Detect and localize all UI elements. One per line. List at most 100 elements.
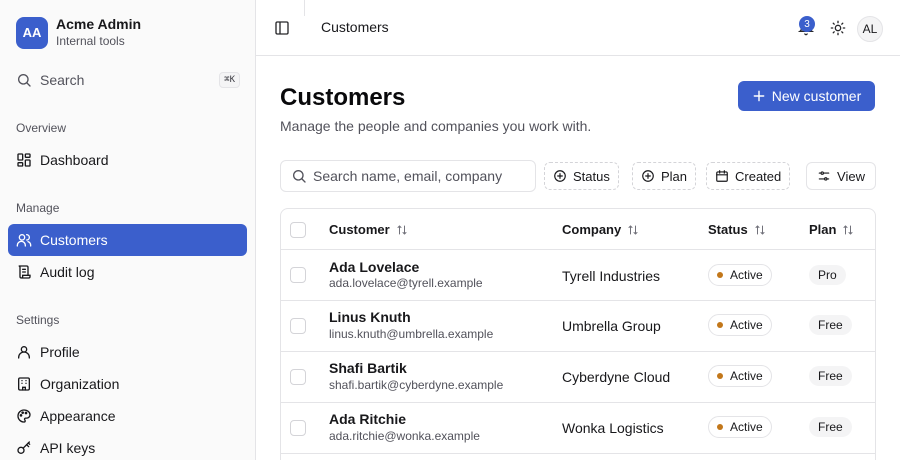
status-label: Active [730,318,763,332]
plus-circle-icon [642,170,654,182]
customer-name: Linus Knuth [329,309,411,325]
new-customer-button[interactable]: New customer [738,81,875,111]
section-manage: Manage [16,201,60,215]
status-badge: Active [708,314,772,336]
palette-icon [17,409,31,423]
sidebar-item-dashboard[interactable]: Dashboard [8,144,247,176]
table-row[interactable]: Ada Ritchie ada.ritchie@wonka.example Wo… [281,403,875,454]
status-badge: Active [708,264,772,286]
customers-table: Customer Company Status Plan Ada Lovelac… [280,208,876,460]
plan-badge: Free [809,315,852,335]
sidebar-search[interactable]: Search ⌘K [8,66,248,94]
brand[interactable]: AA Acme Admin Internal tools [16,16,141,49]
created-filter-button[interactable]: Created [706,162,791,190]
building-icon [18,377,30,391]
status-label: Active [730,420,763,434]
view-label: View [837,168,865,184]
plan-badge: Free [809,417,852,437]
sidebar-item-audit-log[interactable]: Audit log [8,256,247,288]
dashboard-icon [17,153,31,167]
notification-badge: 3 [799,16,815,32]
page-title: Customers [280,84,406,111]
search-shortcut: ⌘K [219,72,240,88]
sidebar-item-label: Audit log [40,264,95,280]
user-avatar[interactable]: AL [857,16,883,42]
toggle-sidebar-button[interactable] [268,14,296,42]
sliders-icon [818,171,830,181]
plus-icon [753,90,765,102]
status-filter-button[interactable]: Status [544,162,619,190]
column-label: Customer [329,222,390,237]
plan-badge: Pro [809,265,846,285]
customer-search-box[interactable] [280,160,536,192]
topbar: Customers 3 AL [256,0,900,56]
company-name: Wonka Logistics [562,420,664,436]
sort-icon [397,224,407,235]
row-checkbox[interactable] [290,369,306,385]
sort-icon [755,224,765,235]
customer-search-input[interactable] [313,168,513,184]
customer-name: Ada Ritchie [329,411,407,427]
search-icon [18,74,31,87]
sidebar-item-profile[interactable]: Profile [8,336,247,368]
row-checkbox[interactable] [290,318,306,334]
row-checkbox[interactable] [290,267,306,283]
customer-email: ada.ritchie@wonka.example [329,429,480,443]
select-all-checkbox[interactable] [290,222,306,238]
table-header: Customer Company Status Plan [281,209,875,250]
status-dot [717,322,723,328]
filter-label: Created [735,168,782,184]
sidebar-item-organization[interactable]: Organization [8,368,247,400]
column-header-plan[interactable]: Plan [809,222,854,237]
plan-filter-button[interactable]: Plan [632,162,697,190]
sidebar-toggle-icon [275,21,289,35]
column-header-status[interactable]: Status [708,222,766,237]
customer-email: linus.knuth@umbrella.example [329,327,494,341]
table-row[interactable]: Ada Lovelace ada.lovelace@tyrell.example… [281,250,875,301]
column-label: Status [708,222,748,237]
sidebar-search-label: Search [40,72,85,88]
row-checkbox[interactable] [290,420,306,436]
status-label: Active [730,268,763,282]
customer-name: Ada Lovelace [329,259,420,275]
table-row[interactable]: Shafi Bartik shafi.bartik@cyberdyne.exam… [281,352,875,403]
users-icon [16,234,32,247]
status-badge: Active [708,416,772,438]
customer-name: Shafi Bartik [329,360,407,376]
sort-icon [628,224,638,235]
company-name: Cyberdyne Cloud [562,369,671,385]
sidebar-item-label: API keys [40,440,96,456]
sidebar-item-label: Dashboard [40,152,109,168]
section-overview: Overview [16,121,67,135]
scroll-icon [18,265,31,279]
column-label: Plan [809,222,837,237]
sidebar-item-label: Appearance [40,408,116,424]
status-dot [717,424,723,430]
plus-circle-icon [554,170,566,182]
table-row[interactable]: Linus Knuth linus.knuth@umbrella.example… [281,301,875,352]
breadcrumb: Customers [321,19,389,35]
brand-subtitle: Internal tools [56,34,125,48]
new-customer-label: New customer [771,88,862,104]
section-settings: Settings [16,313,60,327]
filter-label: Status [573,168,610,184]
column-header-customer[interactable]: Customer [329,222,408,237]
sidebar-item-api-keys[interactable]: API keys [8,432,247,460]
search-icon [293,170,306,183]
customer-email: ada.lovelace@tyrell.example [329,276,483,290]
status-label: Active [730,369,763,383]
sidebar: AA Acme Admin Internal tools Search ⌘K O… [0,0,256,460]
column-label: Company [562,222,622,237]
filter-label: Plan [661,168,688,184]
user-icon [18,346,30,359]
theme-toggle-button[interactable] [824,14,852,42]
brand-name: Acme Admin [56,16,142,32]
company-name: Tyrell Industries [562,268,661,284]
column-header-company[interactable]: Company [562,222,639,237]
status-badge: Active [708,365,772,387]
sidebar-item-customers[interactable]: Customers [8,224,247,256]
sidebar-item-appearance[interactable]: Appearance [8,400,247,432]
sidebar-item-label: Organization [40,376,120,392]
view-options-button[interactable]: View [806,162,876,190]
sidebar-item-label: Profile [40,344,80,360]
